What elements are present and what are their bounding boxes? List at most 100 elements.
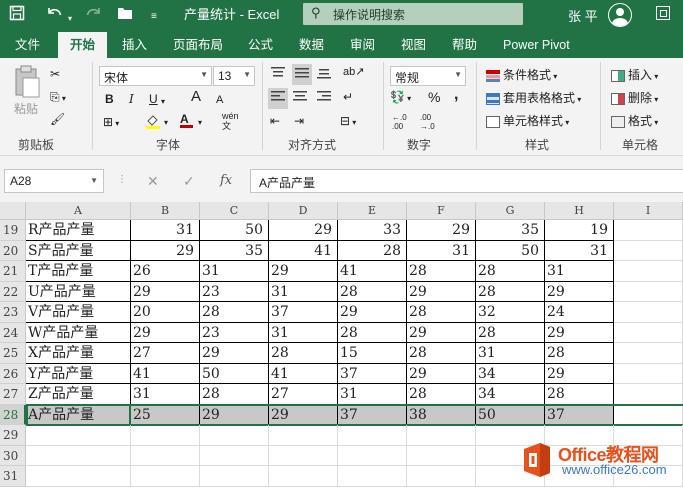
cell-d31[interactable] (269, 466, 338, 487)
open-folder-icon[interactable] (117, 5, 135, 27)
tab-home[interactable]: 开始 (58, 32, 108, 58)
orientation-icon[interactable]: ab↗ (343, 64, 364, 80)
column-header-h[interactable]: H (545, 202, 614, 220)
shrink-font-button[interactable]: A (216, 92, 223, 108)
column-header-b[interactable]: B (131, 202, 200, 220)
tab-data[interactable]: 数据 (299, 37, 324, 53)
cell-f31[interactable] (407, 466, 476, 487)
cell-d20[interactable]: 41 (269, 240, 338, 261)
cell-h21[interactable]: 31 (545, 261, 614, 282)
cell-h27[interactable]: 28 (545, 384, 614, 405)
align-middle-icon[interactable] (292, 64, 312, 85)
row-header-19[interactable]: 19 (0, 220, 26, 241)
align-left-icon[interactable] (268, 88, 288, 109)
cell-f20[interactable]: 31 (407, 240, 476, 261)
cell-i19[interactable] (614, 220, 683, 241)
tab-help[interactable]: 帮助 (452, 37, 477, 53)
cell-b31[interactable] (131, 466, 200, 487)
tab-review[interactable]: 审阅 (350, 37, 375, 53)
cut-icon[interactable]: ✂ (50, 66, 60, 82)
font-family-select[interactable]: 宋体 ▼ (99, 66, 212, 86)
cell-f30[interactable] (407, 445, 476, 466)
merge-center-icon[interactable]: ⊟ ▾ (340, 113, 356, 131)
redo-icon[interactable] (84, 5, 102, 27)
cell-c30[interactable] (200, 445, 269, 466)
cell-h19[interactable]: 19 (545, 220, 614, 241)
cell-g21[interactable]: 28 (476, 261, 545, 282)
font-size-select[interactable]: 13 ▼ (213, 66, 255, 86)
customize-toolbar-icon[interactable]: ≡ (151, 7, 157, 27)
cell-c19[interactable]: 50 (200, 220, 269, 241)
cell-g26[interactable]: 34 (476, 363, 545, 384)
cell-i24[interactable] (614, 322, 683, 343)
cell-f23[interactable]: 28 (407, 302, 476, 323)
cell-c24[interactable]: 23 (200, 322, 269, 343)
cell-h26[interactable]: 29 (545, 363, 614, 384)
cell-b25[interactable]: 27 (131, 343, 200, 364)
cell-e24[interactable]: 28 (338, 322, 407, 343)
cell-a21[interactable]: T产品产量 (26, 261, 131, 282)
cell-f29[interactable] (407, 425, 476, 446)
column-header-g[interactable]: G (476, 202, 545, 220)
cell-e25[interactable]: 15 (338, 343, 407, 364)
cell-b19[interactable]: 31 (131, 220, 200, 241)
tab-view[interactable]: 视图 (401, 37, 426, 53)
cell-styles-button[interactable]: 单元格样式 ▾ (486, 113, 569, 131)
paste-button[interactable]: 粘贴 (14, 101, 38, 117)
column-header-d[interactable]: D (269, 202, 338, 220)
cell-a28[interactable]: A产品产量 (26, 404, 131, 425)
cell-h23[interactable]: 24 (545, 302, 614, 323)
cell-g22[interactable]: 28 (476, 281, 545, 302)
cell-i25[interactable] (614, 343, 683, 364)
cell-c29[interactable] (200, 425, 269, 446)
cell-b21[interactable]: 26 (131, 261, 200, 282)
undo-dropdown-icon[interactable]: ▾ (68, 9, 72, 29)
cell-e29[interactable] (338, 425, 407, 446)
cell-c27[interactable]: 28 (200, 384, 269, 405)
row-header-28[interactable]: 28 (0, 404, 26, 425)
cell-d23[interactable]: 37 (269, 302, 338, 323)
cell-c31[interactable] (200, 466, 269, 487)
cell-g23[interactable]: 32 (476, 302, 545, 323)
cell-g19[interactable]: 35 (476, 220, 545, 241)
cell-i22[interactable] (614, 281, 683, 302)
font-color-icon[interactable]: A (180, 111, 193, 128)
decrease-indent-icon[interactable]: ⇤ (270, 113, 280, 129)
underline-button[interactable]: U (149, 91, 158, 107)
format-as-table-button[interactable]: 套用表格格式 ▾ (486, 90, 581, 108)
cell-d22[interactable]: 31 (269, 281, 338, 302)
accounting-format-icon[interactable]: 💱 ▾ (390, 89, 411, 107)
cell-a23[interactable]: V产品产量 (26, 302, 131, 323)
row-header-20[interactable]: 20 (0, 240, 26, 261)
align-center-icon[interactable] (292, 90, 308, 107)
cell-d24[interactable]: 31 (269, 322, 338, 343)
select-all-corner[interactable] (0, 202, 26, 220)
cell-a31[interactable] (26, 466, 131, 487)
row-header-25[interactable]: 25 (0, 343, 26, 364)
cell-g25[interactable]: 31 (476, 343, 545, 364)
percent-style-button[interactable]: % (428, 89, 440, 105)
cell-f25[interactable]: 28 (407, 343, 476, 364)
name-box[interactable]: A28 ▼ (4, 169, 104, 193)
row-header-29[interactable]: 29 (0, 425, 26, 446)
bold-button[interactable]: B (105, 91, 114, 107)
row-header-21[interactable]: 21 (0, 261, 26, 282)
cell-a27[interactable]: Z产品产量 (26, 384, 131, 405)
format-cells-button[interactable]: 格式 ▾ (611, 113, 658, 131)
cell-c21[interactable]: 31 (200, 261, 269, 282)
tab-power-pivot[interactable]: Power Pivot (503, 37, 570, 53)
cell-a30[interactable] (26, 445, 131, 466)
phonetic-guide-button[interactable]: wén 文 (222, 111, 239, 131)
cell-e28[interactable]: 37 (338, 404, 407, 425)
cell-i20[interactable] (614, 240, 683, 261)
row-header-24[interactable]: 24 (0, 322, 26, 343)
cell-c22[interactable]: 23 (200, 281, 269, 302)
cell-b30[interactable] (131, 445, 200, 466)
cell-e31[interactable] (338, 466, 407, 487)
cell-b22[interactable]: 29 (131, 281, 200, 302)
tab-insert[interactable]: 插入 (122, 37, 147, 53)
user-name[interactable]: 张 平 (568, 6, 598, 25)
cell-b24[interactable]: 29 (131, 322, 200, 343)
row-header-22[interactable]: 22 (0, 281, 26, 302)
cell-b26[interactable]: 41 (131, 363, 200, 384)
